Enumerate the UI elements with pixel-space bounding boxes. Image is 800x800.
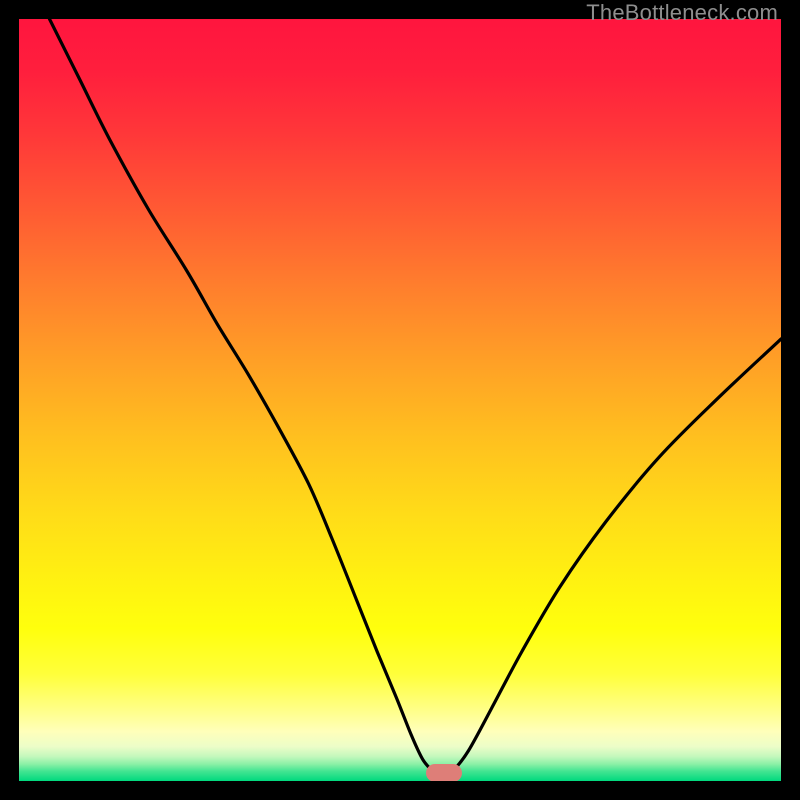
watermark-text: TheBottleneck.com: [586, 0, 778, 26]
optimal-zone-marker: [426, 764, 462, 781]
plot-area: [19, 19, 781, 781]
chart-frame: TheBottleneck.com: [0, 0, 800, 800]
bottleneck-curve: [19, 19, 781, 781]
